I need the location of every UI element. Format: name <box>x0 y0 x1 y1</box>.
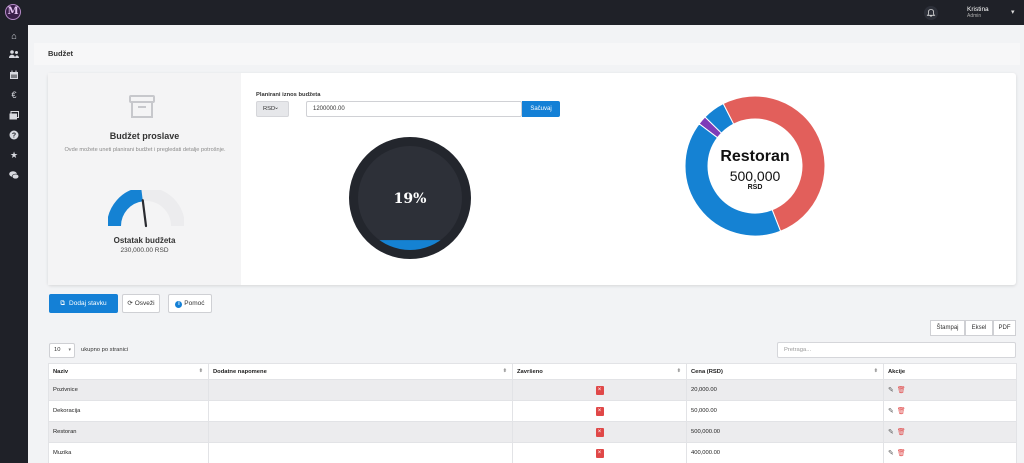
cell-naziv: Restoran <box>48 421 209 443</box>
page-header <box>34 43 1020 65</box>
sort-icon: ⬍ <box>502 368 507 374</box>
help-label: Pomoć <box>184 300 205 307</box>
chat-icon[interactable] <box>8 169 20 181</box>
cell-cena: 400,000.00 <box>686 442 884 463</box>
cell-zavrseno: × <box>512 400 687 422</box>
notification-bell-icon[interactable] <box>924 6 938 20</box>
copy-icon: ⧉ <box>60 300 66 307</box>
print-button[interactable]: Štampaj <box>930 320 965 336</box>
chevron-down-icon[interactable]: ⌄ <box>274 104 279 111</box>
cell-cena: 20,000.00 <box>686 379 884 401</box>
budget-title: Budžet proslave <box>109 131 180 141</box>
edit-icon[interactable]: ✎ <box>888 386 894 394</box>
help-icon[interactable]: ? <box>8 129 20 141</box>
cell-zavrseno: × <box>512 421 687 443</box>
add-item-label: Dodaj stavku <box>69 300 107 307</box>
budget-usage-tank: 19% <box>348 136 472 260</box>
not-done-icon[interactable]: × <box>595 427 604 437</box>
usage-percent-label: 19% <box>394 191 427 207</box>
cell-zavrseno: × <box>512 442 687 463</box>
not-done-icon[interactable]: × <box>595 448 604 458</box>
archive-box-icon <box>128 94 156 120</box>
add-item-button[interactable]: ⧉ Dodaj stavku <box>49 294 118 313</box>
table-row: Muzika × 400,000.00 ✎ 🗑 <box>48 442 1017 463</box>
remaining-budget-gauge <box>107 187 185 230</box>
user-name[interactable]: Kristina <box>967 6 989 13</box>
cell-akcije: ✎ 🗑 <box>883 379 1017 401</box>
delete-icon[interactable]: 🗑 <box>897 407 906 415</box>
budget-description: Ovde možete uneti planirani budžet i pre… <box>64 147 226 153</box>
budget-items-table: Naziv ⬍ Dodatne napomene ⬍ Završeno ⬍ Cena … <box>48 363 1017 463</box>
top-bar <box>0 0 1024 25</box>
refresh-icon: ⟳ <box>127 300 133 307</box>
planned-budget-label: Planirani iznos budžeta <box>256 92 321 98</box>
users-icon[interactable] <box>8 48 20 60</box>
images-icon[interactable] <box>8 109 20 121</box>
home-icon[interactable]: ⌂ <box>8 30 20 42</box>
save-budget-button[interactable]: Sačuvaj <box>522 101 560 117</box>
cell-naziv: Pozivnice <box>48 379 209 401</box>
page-length-label: ukupno po stranici <box>81 347 129 353</box>
chevron-down-icon: ▾ <box>68 347 71 353</box>
cell-zavrseno: × <box>512 379 687 401</box>
star-icon[interactable]: ★ <box>8 149 20 161</box>
remaining-budget-value: 230,000.00 RSD <box>120 247 169 254</box>
column-header-naziv[interactable]: Naziv ⬍ <box>48 363 209 380</box>
delete-icon[interactable]: 🗑 <box>897 386 906 394</box>
pdf-button[interactable]: PDF <box>993 320 1016 336</box>
edit-icon[interactable]: ✎ <box>888 407 894 415</box>
column-header-zavrseno[interactable]: Završeno ⬍ <box>512 363 687 380</box>
search-input[interactable]: Pretraga... <box>777 342 1016 358</box>
sort-icon: ⬍ <box>198 368 203 374</box>
donut-center-unit: RSD <box>748 184 763 191</box>
info-icon: i <box>175 301 183 308</box>
currency-select[interactable]: RSD <box>256 101 289 117</box>
not-done-icon[interactable]: × <box>595 406 604 416</box>
euro-icon[interactable]: € <box>8 89 20 101</box>
column-header-napomene[interactable]: Dodatne napomene ⬍ <box>208 363 513 380</box>
help-button[interactable]: i Pomoć <box>168 294 212 313</box>
refresh-label: Osveži <box>134 300 155 307</box>
cell-napomene <box>208 400 513 422</box>
table-row: Dekoracija × 50,000.00 ✎ 🗑 <box>48 400 1017 422</box>
table-row: Restoran × 500,000.00 ✎ 🗑 <box>48 421 1017 443</box>
cell-napomene <box>208 379 513 401</box>
column-header-akcije: Akcije <box>883 363 1017 380</box>
delete-icon[interactable]: 🗑 <box>897 428 906 436</box>
expense-donut-chart: Restoran 500,000 RSD <box>682 95 828 237</box>
cell-napomene <box>208 421 513 443</box>
donut-center-name: Restoran <box>720 148 789 165</box>
delete-icon[interactable]: 🗑 <box>897 449 906 457</box>
cell-cena: 50,000.00 <box>686 400 884 422</box>
remaining-budget-title: Ostatak budžeta <box>113 236 176 245</box>
column-header-cena[interactable]: Cena (RSD) ⬍ <box>686 363 884 380</box>
calendar-icon[interactable] <box>8 69 20 81</box>
page-length-select[interactable]: 10 ▾ <box>49 343 75 358</box>
table-row: Pozivnice × 20,000.00 ✎ 🗑 <box>48 379 1017 401</box>
cell-cena: 500,000.00 <box>686 421 884 443</box>
cell-akcije: ✎ 🗑 <box>883 400 1017 422</box>
page-length-value: 10 <box>54 347 61 353</box>
sort-icon: ⬍ <box>676 368 681 374</box>
cell-akcije: ✎ 🗑 <box>883 421 1017 443</box>
cell-naziv: Muzika <box>48 442 209 463</box>
refresh-button[interactable]: ⟳ Osveži <box>122 294 160 313</box>
user-role: Admin <box>967 13 982 19</box>
not-done-icon[interactable]: × <box>595 385 604 395</box>
cell-akcije: ✎ 🗑 <box>883 442 1017 463</box>
excel-button[interactable]: Eksel <box>965 320 993 336</box>
chevron-down-icon[interactable]: ▾ <box>1011 8 1015 16</box>
cell-naziv: Dekoracija <box>48 400 209 422</box>
svg-text:?: ? <box>12 132 16 139</box>
donut-center-value: 500,000 <box>730 168 781 184</box>
cell-napomene <box>208 442 513 463</box>
table-header-row: Naziv ⬍ Dodatne napomene ⬍ Završeno ⬍ Cena … <box>48 363 1017 380</box>
edit-icon[interactable]: ✎ <box>888 449 894 457</box>
app-logo[interactable]: M <box>5 4 21 20</box>
page-title: Budžet <box>48 49 73 58</box>
sort-icon: ⬍ <box>873 368 878 374</box>
budget-amount-input[interactable]: 1200000.00 <box>306 101 522 117</box>
edit-icon[interactable]: ✎ <box>888 428 894 436</box>
